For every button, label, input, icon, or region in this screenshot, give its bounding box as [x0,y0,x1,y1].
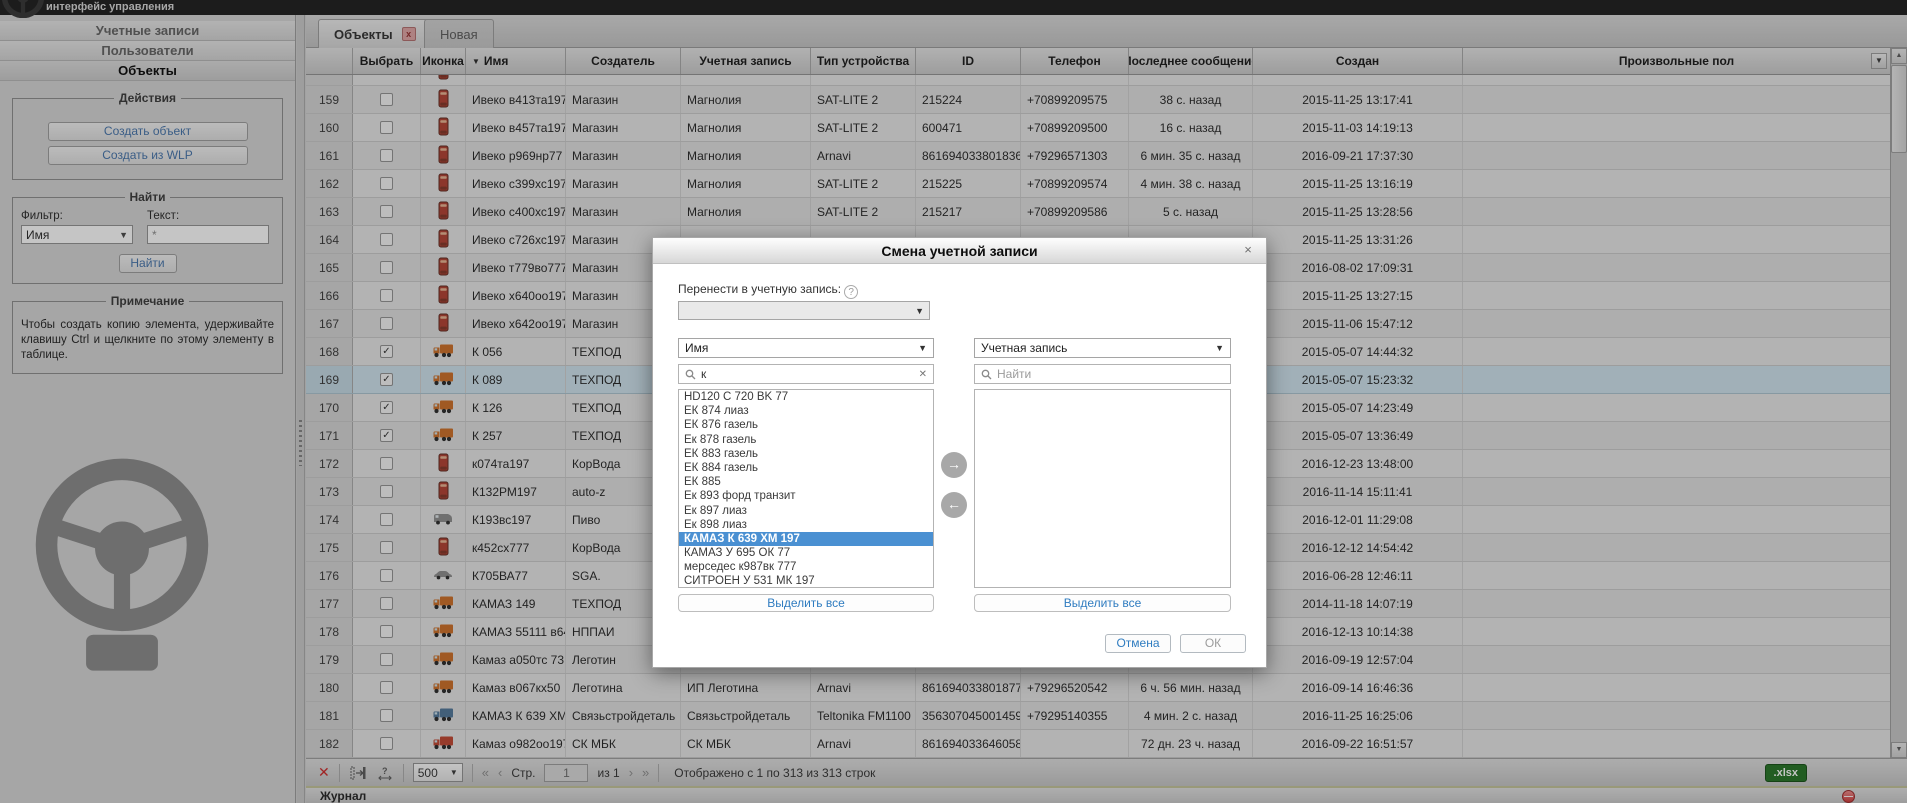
modal-list-item[interactable]: ЕК 885 [679,475,933,489]
move-right-button[interactable]: → [941,452,967,478]
modal-list-item[interactable]: Ек 897 лиаз [679,504,933,518]
modal-list-item[interactable]: КАМАЗ У 695 ОК 77 [679,546,933,560]
modal-list-item[interactable]: ЕК 874 лиаз [679,404,933,418]
modal-list-item[interactable]: КАМАЗ К 639 ХМ 197 [679,532,933,546]
left-filter-select[interactable]: Имя ▼ [678,338,934,358]
move-left-button[interactable]: ← [941,492,967,518]
transfer-label-text: Перенести в учетную запись: [678,282,841,296]
dialog-title-bar: Смена учетной записи × [653,238,1266,264]
ok-button[interactable]: ОК [1180,634,1246,653]
right-search-input[interactable] [997,367,1224,381]
transfer-label: Перенести в учетную запись:? [678,282,858,299]
dialog-body: Перенести в учетную запись:? ▼ Имя ▼ Уче… [653,264,1266,667]
modal-list-item[interactable]: ЕК 883 газель [679,447,933,461]
chevron-down-icon: ▼ [918,343,927,353]
target-account-select[interactable]: ▼ [678,301,930,320]
dialog-title: Смена учетной записи [881,243,1037,259]
modal-list-item[interactable]: ЕК 876 газель [679,418,933,432]
left-search-box: ✕ [678,364,934,384]
right-filter-select[interactable]: Учетная запись ▼ [974,338,1231,358]
modal-list-item[interactable]: мерседес к987вк 777 [679,560,933,574]
clear-search-icon[interactable]: ✕ [919,369,927,380]
modal-list-item[interactable]: Ек 893 форд транзит [679,489,933,503]
right-search-box [974,364,1231,384]
modal-list-item[interactable]: Ек 878 газель [679,433,933,447]
help-icon[interactable]: ? [844,285,858,299]
modal-list-item[interactable]: Ек 898 лиаз [679,518,933,532]
modal-list-item[interactable]: HD120 C 720 BK 77 [679,390,933,404]
select-all-right-button[interactable]: Выделить все [974,594,1231,612]
chevron-down-icon: ▼ [1215,343,1224,353]
source-objects-list[interactable]: HD120 C 720 BK 77ЕК 874 лиазЕК 876 газел… [678,389,934,588]
dialog-close-icon[interactable]: × [1240,242,1256,257]
modal-list-item[interactable]: СИТРОЕН У 531 МК 197 [679,574,933,588]
chevron-down-icon: ▼ [915,306,924,316]
search-icon [685,369,696,380]
left-filter-value: Имя [685,341,708,355]
target-objects-list[interactable] [974,389,1231,588]
search-icon [981,369,992,380]
select-all-left-button[interactable]: Выделить все [678,594,934,612]
cancel-button[interactable]: Отмена [1105,634,1171,653]
left-search-input[interactable] [701,367,914,381]
right-filter-value: Учетная запись [981,341,1067,355]
modal-list-item[interactable]: ЕК 884 газель [679,461,933,475]
app-root: интерфейс управления Учетные записиПольз… [0,0,1907,803]
change-account-dialog: Смена учетной записи × Перенести в учетн… [652,237,1267,668]
